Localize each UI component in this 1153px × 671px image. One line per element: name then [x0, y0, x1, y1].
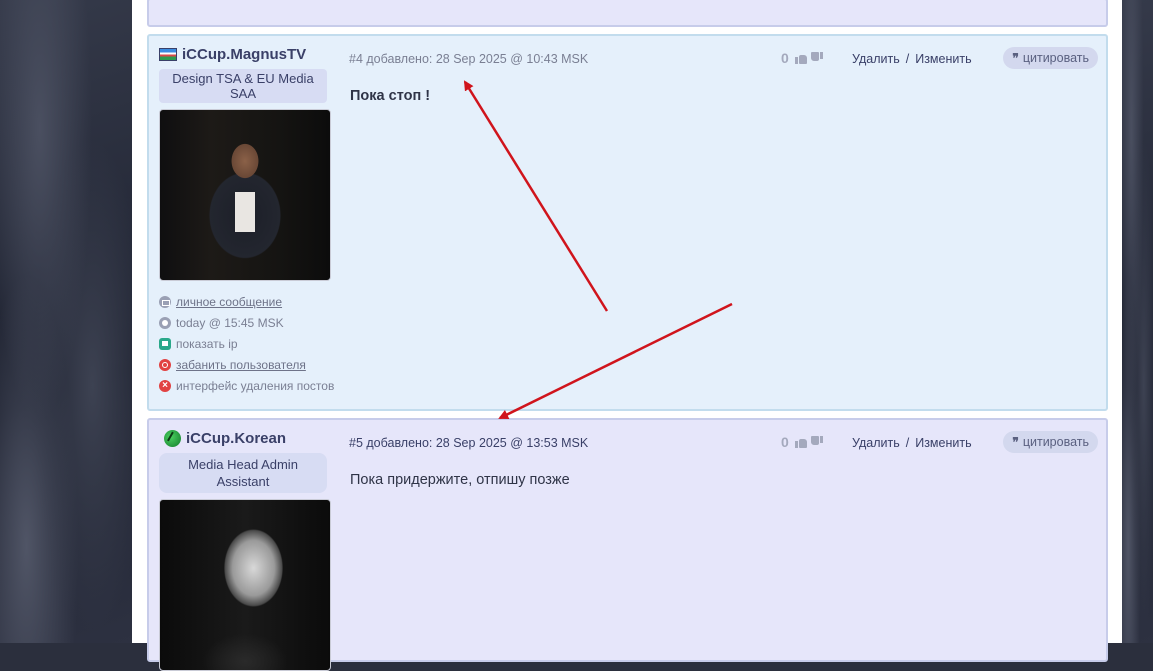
close-icon: ×: [159, 379, 171, 392]
show-ip-link[interactable]: показать ip: [159, 333, 349, 354]
background-left: [0, 0, 132, 643]
author-rank: Design TSA & EU Media SAA: [159, 69, 327, 103]
quote-button[interactable]: ❞ цитировать: [1003, 47, 1098, 69]
last-seen: today @ 15:45 MSK: [159, 312, 349, 333]
rating-value: 0: [781, 434, 789, 450]
rating-value: 0: [781, 50, 789, 66]
post-number-date: #4 добавлено: 28 Sep 2025 @ 10:43 MSK: [349, 52, 589, 66]
quote-icon: ❞: [1012, 51, 1019, 65]
post-header: #5 добавлено: 28 Sep 2025 @ 13:53 MSK 0 …: [349, 431, 1098, 456]
author-rank: Media Head Admin Assistant: [159, 453, 327, 493]
mail-icon: [159, 295, 171, 308]
post-actions: Удалить / Изменить: [852, 52, 972, 66]
thumbs-up-icon[interactable]: [794, 436, 807, 448]
separator: /: [905, 52, 910, 66]
monitor-icon: [159, 337, 171, 350]
delete-link[interactable]: Удалить: [852, 52, 900, 66]
post-rating: 0: [781, 434, 823, 450]
thumbs-up-icon[interactable]: [794, 52, 807, 64]
thumbs-down-icon[interactable]: [811, 436, 823, 448]
previous-post: [147, 0, 1108, 27]
author-name-text[interactable]: iCCup.Korean: [186, 430, 286, 447]
delete-link[interactable]: Удалить: [852, 436, 900, 450]
author-name[interactable]: iCCup.MagnusTV: [159, 46, 349, 63]
edit-link[interactable]: Изменить: [915, 436, 971, 450]
private-message-link[interactable]: личное сообщение: [159, 291, 349, 312]
leaf-icon: [164, 430, 181, 447]
forum-content: iCCup.MagnusTV Design TSA & EU Media SAA…: [132, 0, 1122, 671]
avatar: [159, 499, 331, 671]
post-body: Пока придержите, отпишу позже: [350, 472, 570, 488]
post-author-panel: iCCup.Korean Media Head Admin Assistant: [159, 430, 349, 671]
avatar: [159, 109, 331, 281]
post-body: Пока стоп !: [350, 88, 431, 104]
edit-link[interactable]: Изменить: [915, 52, 971, 66]
post-header: #4 добавлено: 28 Sep 2025 @ 10:43 MSK 0 …: [349, 47, 1098, 72]
quote-button[interactable]: ❞ цитировать: [1003, 431, 1098, 453]
author-name-text[interactable]: iCCup.MagnusTV: [182, 46, 306, 63]
flag-icon: [159, 48, 177, 61]
delete-posts-interface-link[interactable]: × интерфейс удаления постов: [159, 375, 349, 396]
author-meta: личное сообщение today @ 15:45 MSK показ…: [159, 291, 349, 396]
power-icon: [159, 358, 171, 371]
forum-post-4: iCCup.MagnusTV Design TSA & EU Media SAA…: [147, 34, 1108, 411]
clock-icon: [159, 316, 171, 329]
forum-post-5: iCCup.Korean Media Head Admin Assistant …: [147, 418, 1108, 671]
quote-icon: ❞: [1012, 435, 1019, 449]
ban-user-link[interactable]: забанить пользователя: [159, 354, 349, 375]
post-actions: Удалить / Изменить: [852, 436, 972, 450]
post-number-date: #5 добавлено: 28 Sep 2025 @ 13:53 MSK: [349, 436, 589, 450]
post-rating: 0: [781, 50, 823, 66]
separator: /: [905, 436, 910, 450]
thumbs-down-icon[interactable]: [811, 52, 823, 64]
post-author-panel: iCCup.MagnusTV Design TSA & EU Media SAA…: [159, 46, 349, 396]
background-right: [1122, 0, 1153, 643]
author-name[interactable]: iCCup.Korean: [159, 430, 349, 447]
